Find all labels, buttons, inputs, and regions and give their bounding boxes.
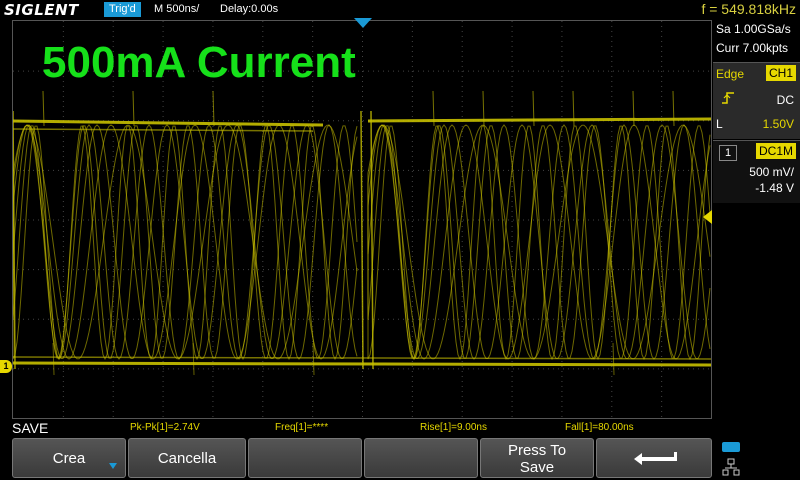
measure-freq: Freq[1]=**** (275, 422, 329, 433)
return-arrow-icon (634, 452, 677, 465)
softkey-3[interactable] (248, 438, 362, 478)
create-label: Crea (52, 450, 86, 467)
sample-rate: Sa 1.00GSa/s (716, 22, 791, 36)
measurement-bar: Pk-Pk[1]=2.74V Freq[1]=**** Rise[1]=9.00… (0, 420, 712, 436)
usb-icon (722, 442, 740, 452)
trigger-level-label: L (716, 117, 723, 131)
trigger-coupling: DC (776, 93, 794, 107)
channel-scale: 500 mV/ (749, 165, 794, 179)
right-info-panel: Sa 1.00GSa/s Curr 7.00kpts Edge CH1 DC L… (713, 20, 800, 440)
chevron-down-icon (109, 463, 117, 469)
measure-pkpk: Pk-Pk[1]=2.74V (130, 422, 200, 433)
trigger-info-box[interactable]: Edge CH1 DC L 1.50V (713, 62, 800, 139)
create-button[interactable]: Crea (12, 438, 126, 478)
trigger-position-marker-icon[interactable] (354, 18, 372, 28)
cancel-label: Cancella (157, 450, 217, 467)
network-icon (722, 458, 740, 476)
timebase-readout: M 500ns/ (154, 3, 200, 15)
trigger-status-badge: Trig'd (104, 2, 141, 17)
channel-1-offset-marker[interactable]: 1 (0, 360, 12, 373)
channel-offset: -1.48 V (755, 181, 794, 195)
frequency-readout: f = 549.818kHz (701, 1, 796, 17)
delay-readout: Delay:0.00s (220, 3, 279, 15)
softkey-bar: Crea Cancella Press To Save (0, 438, 800, 480)
save-label: Save (519, 459, 555, 476)
brand-logo: SIGLENT (4, 1, 79, 19)
channel-coupling-badge: DC1M (755, 143, 796, 159)
trigger-level-value: 1.50V (762, 117, 794, 131)
channel-info-box[interactable]: 1 DC1M 500 mV/ -1.48 V (713, 140, 800, 203)
channel-number-badge: 1 (719, 145, 738, 161)
rising-edge-icon (722, 92, 734, 104)
status-bar: SIGLENT Trig'd M 500ns/ Delay:0.00s f = … (0, 0, 800, 20)
cancel-button[interactable]: Cancella (128, 438, 246, 478)
trigger-level-marker-icon[interactable] (703, 210, 712, 224)
measure-rise: Rise[1]=9.00ns (420, 422, 487, 433)
press-to-save-button[interactable]: Press To Save (480, 438, 594, 478)
trigger-source-badge: CH1 (765, 65, 796, 81)
trigger-type: Edge (716, 67, 745, 81)
return-button[interactable] (596, 438, 712, 478)
overlay-title: 500mA Current (42, 38, 356, 87)
measure-fall: Fall[1]=80.00ns (565, 422, 634, 433)
press-to-label: Press To (507, 442, 567, 459)
memory-depth: Curr 7.00kpts (716, 41, 789, 55)
softkey-4[interactable] (364, 438, 478, 478)
